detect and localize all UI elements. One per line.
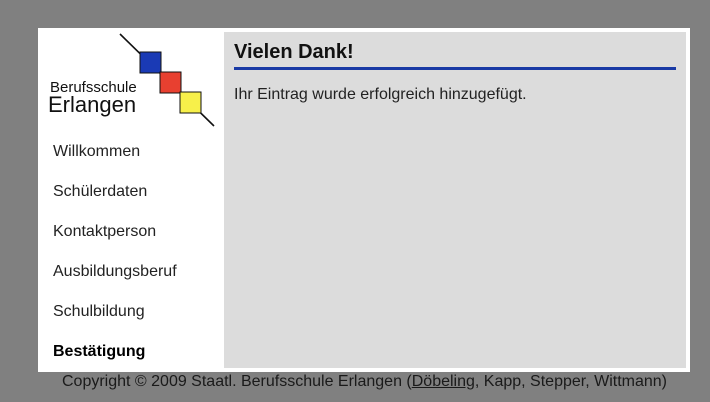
footer-copyright-suffix: , Kapp, Stepper, Wittmann) bbox=[474, 373, 667, 390]
school-logo[interactable]: Berufsschule Erlangen bbox=[44, 32, 216, 132]
nav-item-schuelerdaten[interactable]: Schülerdaten bbox=[38, 172, 224, 212]
logo-line2: Erlangen bbox=[48, 92, 136, 117]
footer-author-link[interactable]: Döbeling bbox=[412, 373, 475, 390]
success-message: Ihr Eintrag wurde erfolgreich hinzugefüg… bbox=[234, 86, 527, 103]
nav-item-kontaktperson[interactable]: Kontaktperson bbox=[38, 212, 224, 252]
page-title: Vielen Dank! bbox=[234, 41, 676, 70]
sidebar: Berufsschule Erlangen Willkommen Schüler… bbox=[38, 28, 224, 372]
nav-item-bestaetigung[interactable]: Bestätigung bbox=[38, 332, 224, 372]
nav-item-willkommen[interactable]: Willkommen bbox=[38, 132, 224, 172]
footer-copyright-prefix: Copyright © 2009 Staatl. Berufsschule Er… bbox=[61, 373, 412, 390]
nav-item-schulbildung[interactable]: Schulbildung bbox=[38, 292, 224, 332]
footer: Copyright © 2009 Staatl. Berufsschule Er… bbox=[0, 372, 710, 394]
nav-item-ausbildungsberuf[interactable]: Ausbildungsberuf bbox=[38, 252, 224, 292]
page-frame: Berufsschule Erlangen Willkommen Schüler… bbox=[38, 28, 690, 372]
nav-menu: Willkommen Schülerdaten Kontaktperson Au… bbox=[38, 132, 224, 372]
main-content: Vielen Dank! Ihr Eintrag wurde erfolgrei… bbox=[224, 32, 686, 368]
